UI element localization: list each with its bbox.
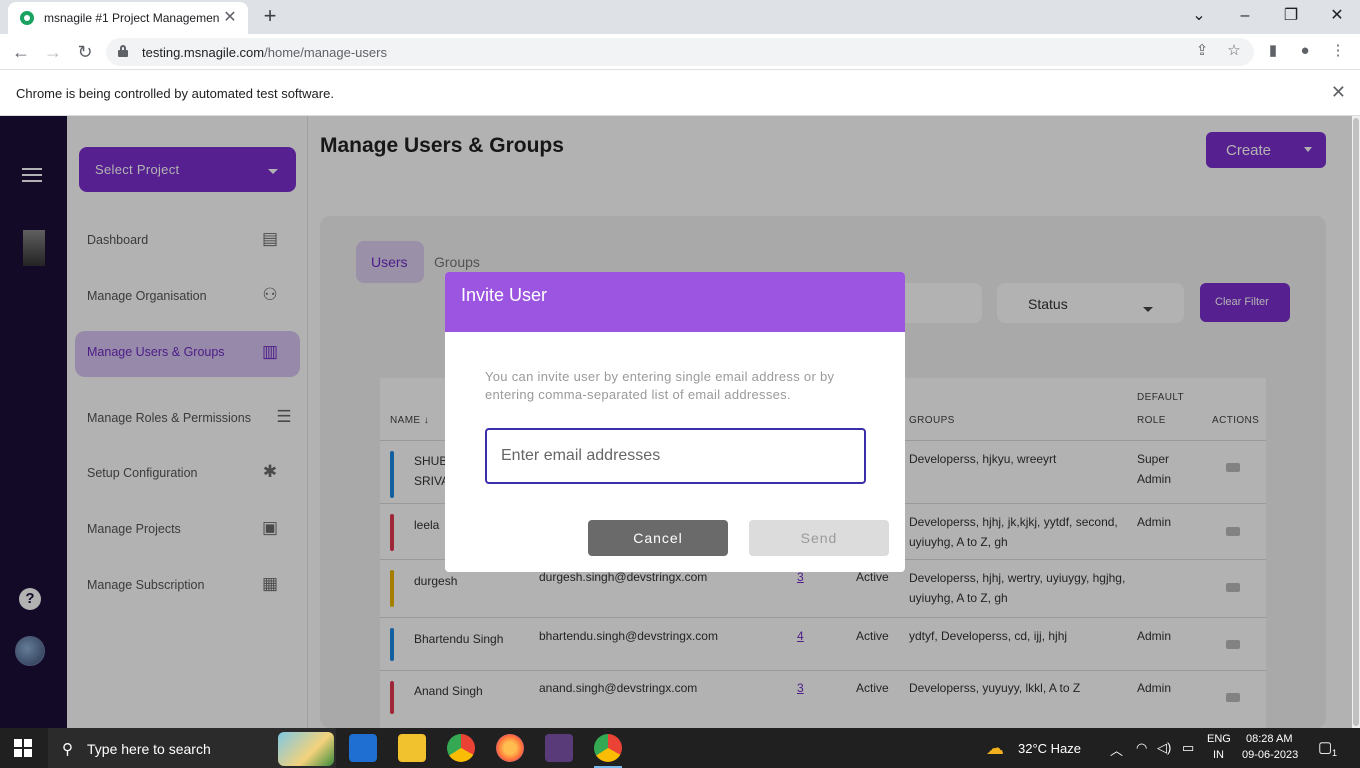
- chrome-app-icon[interactable]: [447, 734, 475, 762]
- lock-icon: [118, 45, 128, 57]
- tab-title: msnagile #1 Project Managemen: [44, 11, 220, 25]
- bookmark-star-icon[interactable]: ☆: [1221, 38, 1247, 64]
- back-button[interactable]: ←: [8, 39, 34, 65]
- automation-notice: Chrome is being controlled by automated …: [16, 86, 334, 101]
- tab-close-icon[interactable]: ✕: [220, 8, 240, 28]
- email-addresses-input[interactable]: [485, 428, 866, 484]
- tray-chevron-icon[interactable]: ︿: [1110, 740, 1123, 759]
- taskbar-search-placeholder: Type here to search: [87, 741, 211, 757]
- firefox-app-icon[interactable]: [496, 734, 524, 762]
- site-favicon-icon: [20, 11, 34, 25]
- notification-count: 1: [1332, 748, 1338, 758]
- windows-start-icon[interactable]: [14, 739, 32, 757]
- clock-date[interactable]: 09-06-2023: [1242, 749, 1298, 761]
- chrome-active-app-icon[interactable]: [594, 734, 622, 768]
- browser-toolbar: ← → ↻ testing.msnagile.com/home/manage-u…: [0, 34, 1360, 70]
- side-panel-icon[interactable]: ▮: [1260, 38, 1286, 64]
- send-button[interactable]: Send: [749, 520, 889, 556]
- reload-button[interactable]: ↻: [72, 39, 98, 65]
- cancel-button[interactable]: Cancel: [588, 520, 728, 556]
- game-app-icon[interactable]: [545, 734, 573, 762]
- weather-icon[interactable]: ☁: [986, 738, 1004, 759]
- new-tab-button[interactable]: +: [258, 5, 282, 29]
- browser-tab[interactable]: msnagile #1 Project Managemen ✕: [8, 2, 248, 34]
- menu-kebab-icon[interactable]: ⋮: [1325, 38, 1351, 64]
- language-line2[interactable]: IN: [1213, 749, 1224, 761]
- dialog-header: Invite User: [445, 272, 905, 332]
- clock-time[interactable]: 08:28 AM: [1246, 733, 1292, 745]
- url-text: testing.msnagile.com/home/manage-users: [142, 45, 387, 60]
- address-bar[interactable]: testing.msnagile.com/home/manage-users: [106, 38, 1254, 66]
- taskbar-search-box[interactable]: ⚲ Type here to search: [48, 728, 336, 768]
- language-line1[interactable]: ENG: [1207, 733, 1231, 745]
- share-icon[interactable]: ⇪: [1189, 38, 1215, 64]
- minimize-button[interactable]: –: [1232, 3, 1258, 29]
- scrollbar-thumb[interactable]: [1353, 118, 1359, 726]
- window-close-button[interactable]: ✕: [1324, 3, 1350, 29]
- mail-app-icon[interactable]: [349, 734, 377, 762]
- weather-text[interactable]: 32°C Haze: [1018, 741, 1081, 756]
- infobar-close-icon[interactable]: ✕: [1331, 82, 1346, 103]
- battery-icon[interactable]: ▭: [1182, 740, 1194, 756]
- search-highlight-image: [278, 732, 334, 766]
- notification-icon[interactable]: ▢: [1318, 738, 1332, 756]
- dialog-description: You can invite user by entering single e…: [485, 369, 835, 402]
- restore-button[interactable]: ❐: [1278, 3, 1304, 29]
- page-scrollbar[interactable]: [1352, 116, 1360, 728]
- file-explorer-icon[interactable]: [398, 734, 426, 762]
- network-icon[interactable]: ◠: [1136, 740, 1147, 756]
- windows-taskbar: ⚲ Type here to search ☁ 32°C Haze ︿ ◠ ◁)…: [0, 728, 1360, 768]
- tab-search-chevron-icon[interactable]: ⌄: [1186, 3, 1212, 29]
- volume-icon[interactable]: ◁): [1157, 740, 1171, 756]
- browser-tab-strip: msnagile #1 Project Managemen ✕ + ⌄ – ❐ …: [0, 0, 1360, 34]
- search-icon: ⚲: [62, 741, 73, 758]
- dialog-title: Invite User: [461, 285, 548, 305]
- invite-user-dialog: Invite User You can invite user by enter…: [445, 272, 905, 572]
- automation-infobar: Chrome is being controlled by automated …: [0, 71, 1360, 116]
- profile-icon[interactable]: ●: [1292, 38, 1318, 64]
- forward-button[interactable]: →: [40, 39, 66, 65]
